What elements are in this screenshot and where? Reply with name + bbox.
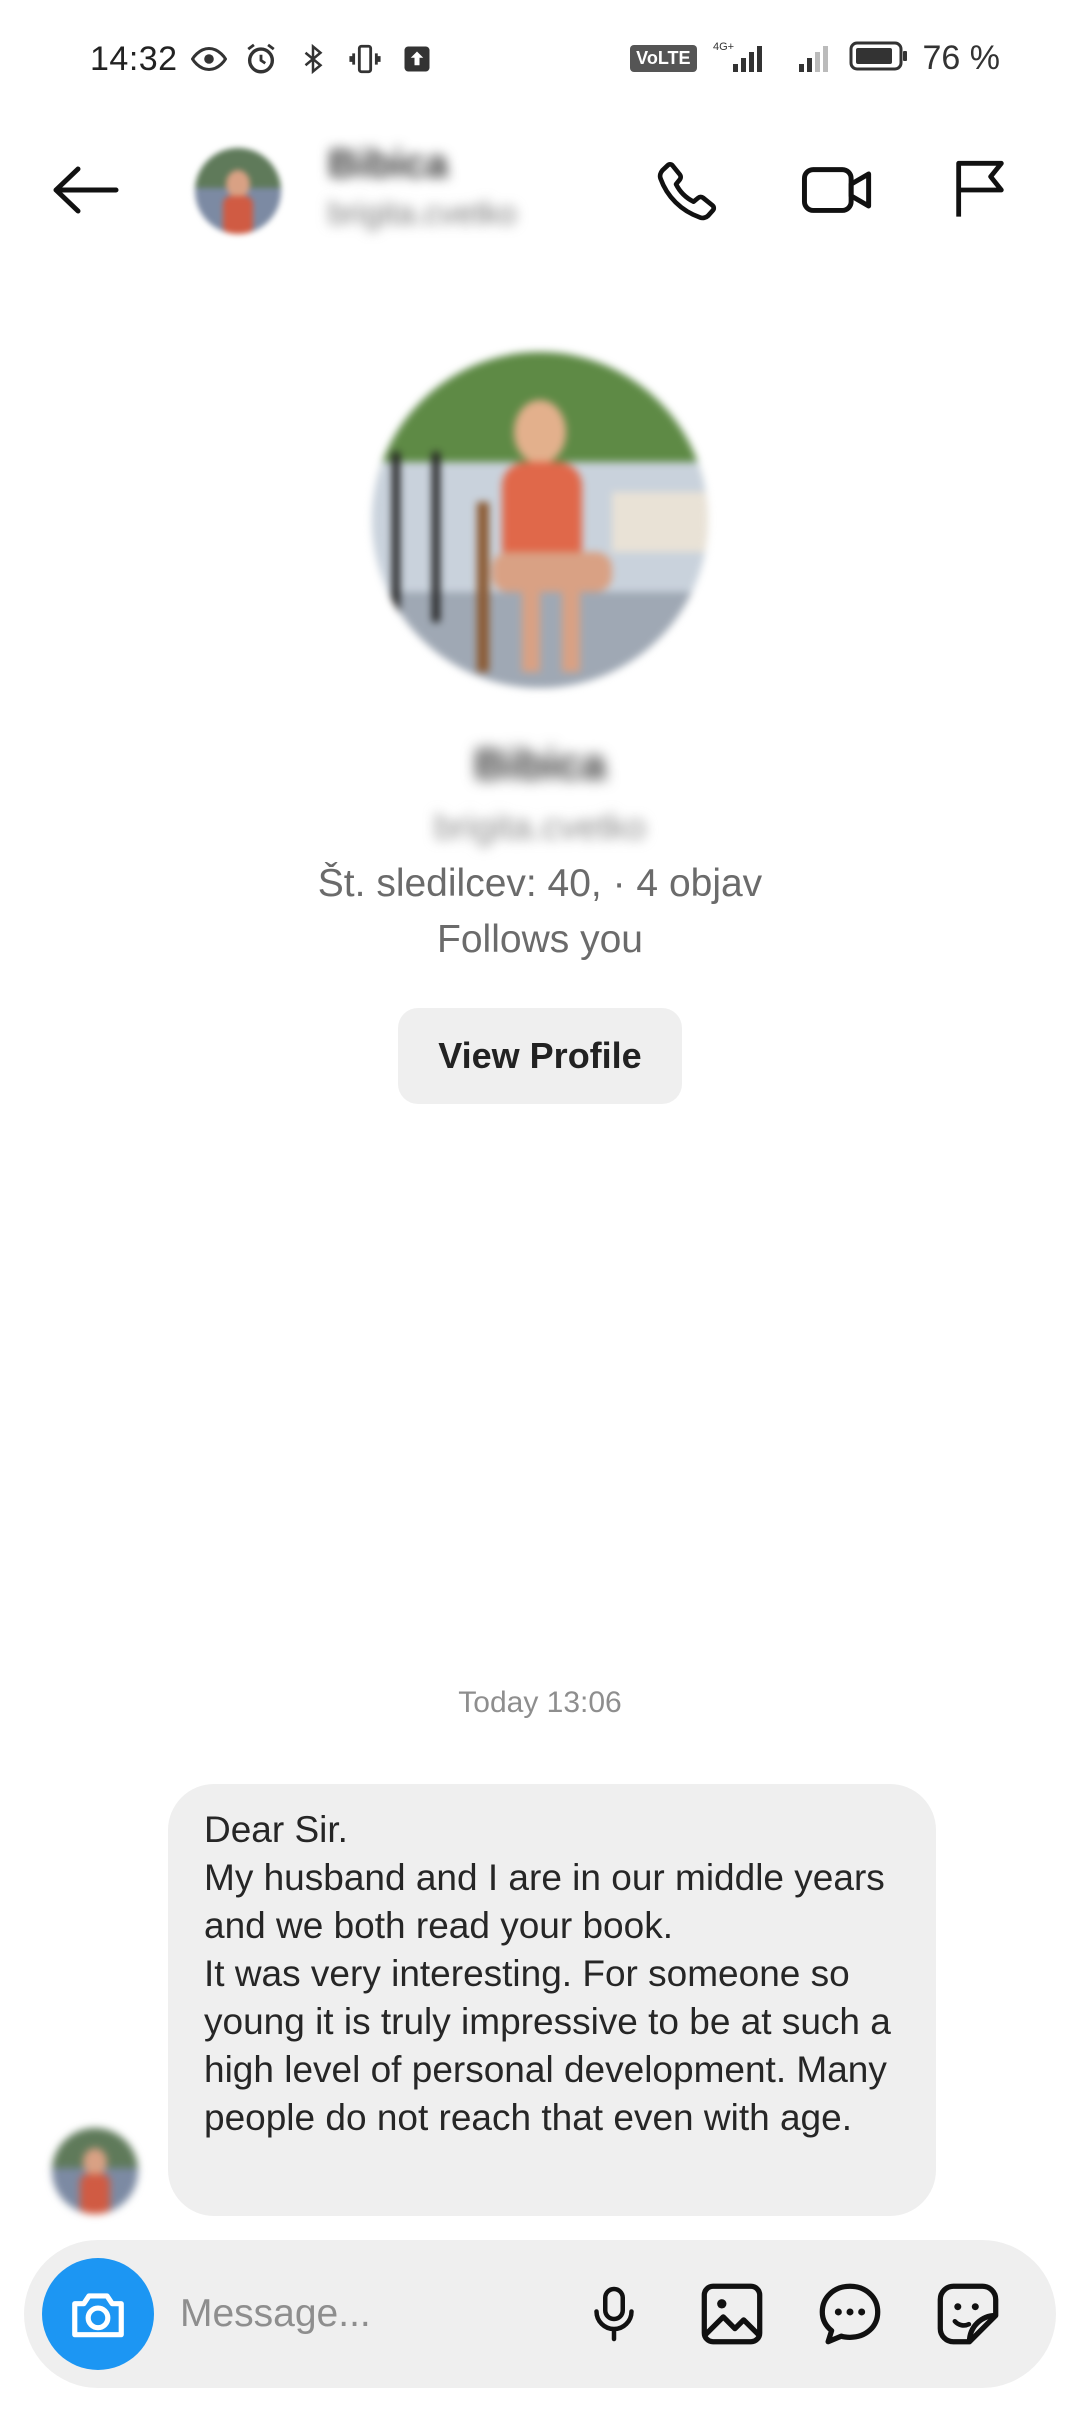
status-icons-right: VoLTE 4G+ 76 % xyxy=(630,38,1000,79)
video-camera-icon xyxy=(801,167,872,213)
camera-button[interactable] xyxy=(42,2258,154,2370)
message-bubble[interactable]: Dear Sir. My husband and I are in our mi… xyxy=(168,1784,936,2216)
header-avatar[interactable] xyxy=(195,148,281,234)
message-composer xyxy=(24,2240,1056,2388)
profile-display-name: Bibica xyxy=(473,740,607,789)
signal-icon-2 xyxy=(795,38,835,79)
sticker-icon xyxy=(937,2283,999,2345)
quick-replies-button[interactable] xyxy=(810,2274,890,2354)
alarm-icon xyxy=(242,40,280,78)
voice-message-button[interactable] xyxy=(574,2274,654,2354)
svg-text:4G+: 4G+ xyxy=(713,41,734,53)
volte-badge: VoLTE xyxy=(630,45,697,72)
eye-icon xyxy=(190,40,228,78)
sticker-button[interactable] xyxy=(928,2274,1008,2354)
status-icons-left xyxy=(190,40,436,78)
header-display-name: Bibica xyxy=(328,142,449,186)
back-arrow-icon xyxy=(53,166,119,214)
upload-icon xyxy=(398,40,436,78)
voice-call-button[interactable] xyxy=(648,150,728,230)
message-input[interactable] xyxy=(180,2284,560,2344)
chat-header: Bibica brigita.cvetko xyxy=(0,120,1080,260)
follows-you-label: Follows you xyxy=(437,918,643,961)
message-text: Dear Sir. My husband and I are in our mi… xyxy=(204,1809,891,2138)
profile-avatar[interactable] xyxy=(372,352,708,688)
status-bar: 14:32 VoLTE 4G+ 76 % xyxy=(0,0,1080,120)
message-timestamp: Today 13:06 xyxy=(458,1686,622,1719)
gallery-icon xyxy=(701,2283,763,2345)
vibrate-icon xyxy=(346,40,384,78)
sender-avatar[interactable] xyxy=(52,2128,138,2214)
battery-percent: 76 % xyxy=(922,39,1001,77)
video-call-button[interactable] xyxy=(798,150,878,230)
gallery-button[interactable] xyxy=(692,2274,772,2354)
header-names[interactable]: Bibica brigita.cvetko xyxy=(328,142,517,232)
status-time: 14:32 xyxy=(90,40,178,78)
camera-icon xyxy=(72,2293,124,2338)
signal-icon: 4G+ xyxy=(711,38,781,79)
profile-username: brigita.cvetko xyxy=(433,806,647,847)
phone-icon xyxy=(657,162,717,221)
chat-bubble-icon xyxy=(819,2283,881,2345)
header-username: brigita.cvetko xyxy=(328,195,517,231)
flag-icon xyxy=(956,160,1004,217)
battery-icon xyxy=(849,39,909,78)
view-profile-button[interactable]: View Profile xyxy=(398,1008,682,1104)
bluetooth-icon xyxy=(294,40,332,78)
back-button[interactable] xyxy=(40,150,130,230)
profile-stats: Št. sledilcev: 40, · 4 objav xyxy=(317,862,763,905)
report-button[interactable] xyxy=(940,150,1020,230)
microphone-icon xyxy=(594,2286,634,2342)
